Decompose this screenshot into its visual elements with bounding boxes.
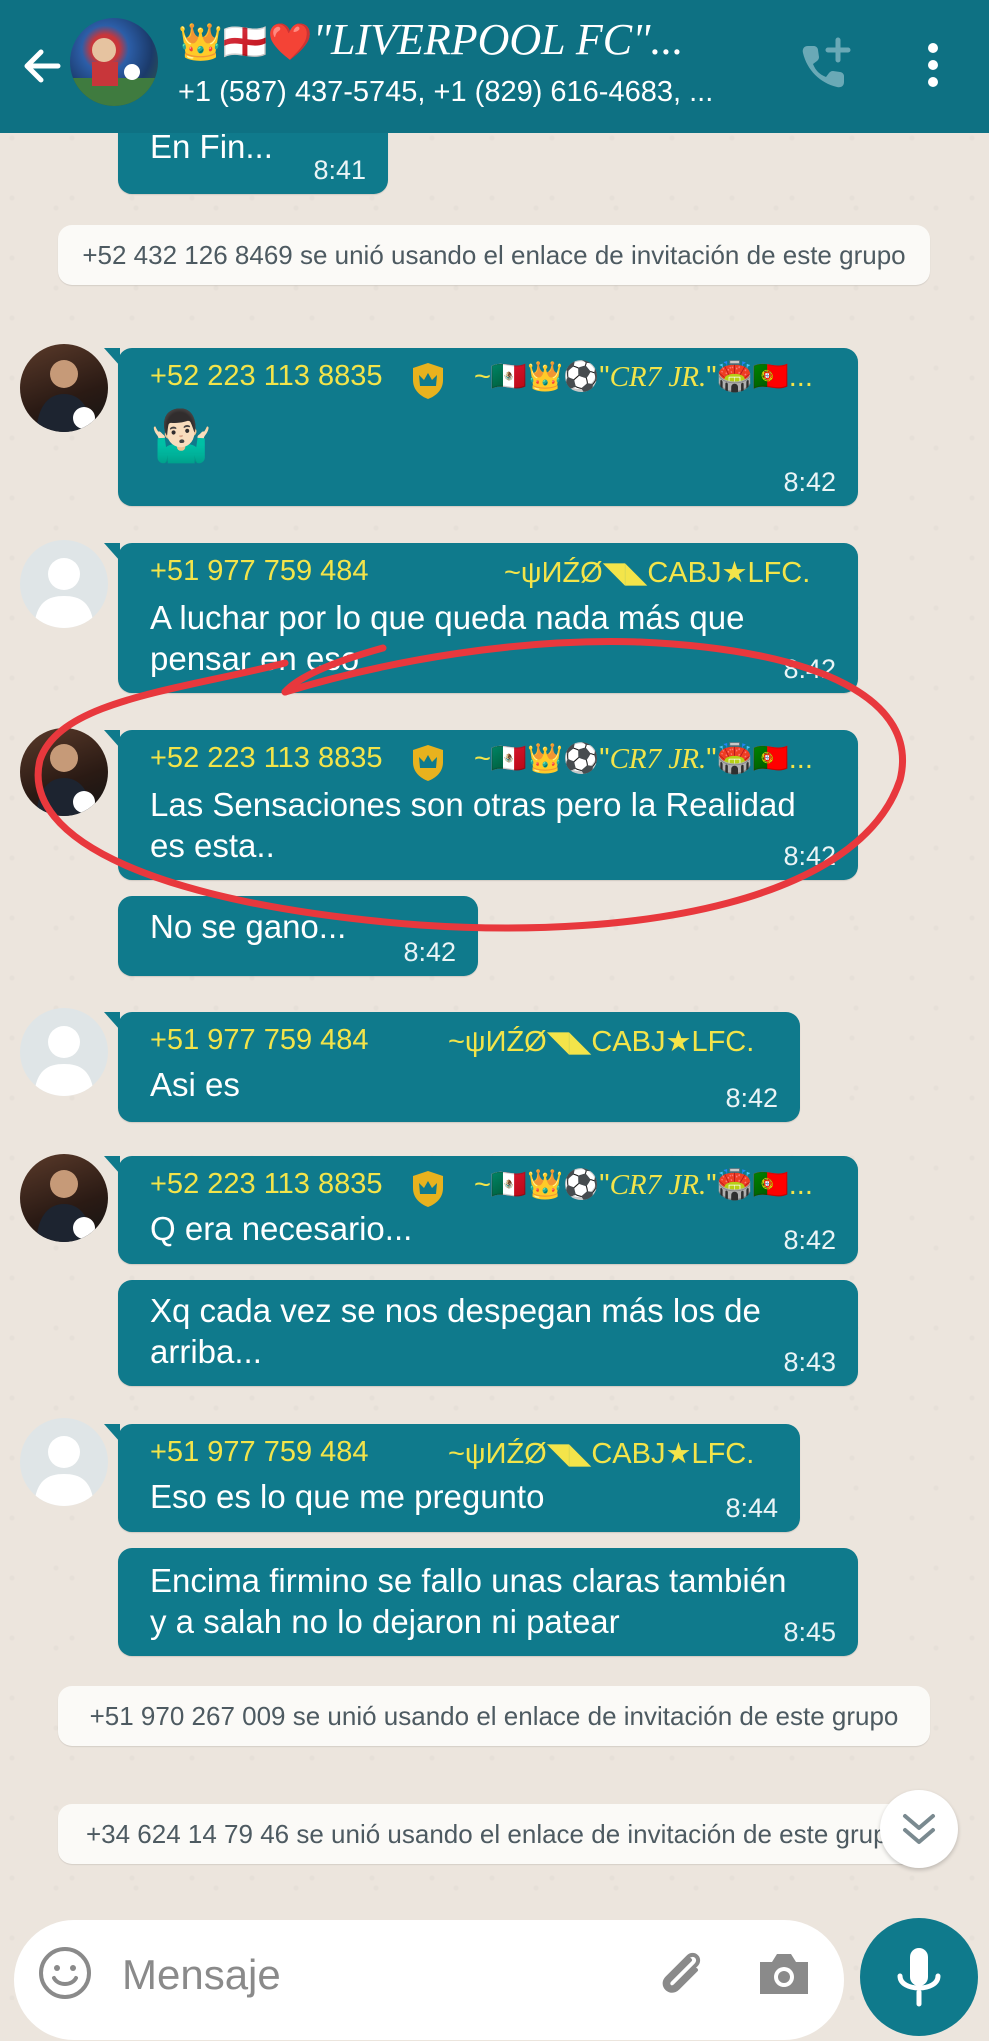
- add-call-icon: [802, 37, 851, 88]
- avatar[interactable]: [20, 728, 108, 816]
- system-message: +51 970 267 009 se unió usando el enlace…: [58, 1686, 930, 1746]
- voice-message-button[interactable]: [860, 1918, 978, 2036]
- group-title[interactable]: 👑🏴󠁧󠁢󠁥󠁮󠁧󠁿❤️"LIVERPOOL FC"...: [178, 16, 778, 64]
- message-text: Las Sensaciones son otras pero la Realid…: [150, 786, 796, 864]
- sender-alias: ~ψИŹØ◥◣CABJ★LFC.: [504, 557, 811, 589]
- camera-button[interactable]: [752, 1942, 816, 2004]
- emoji-button[interactable]: [36, 1944, 94, 2002]
- scroll-to-bottom-button[interactable]: [880, 1790, 958, 1868]
- mic-icon: [897, 1948, 941, 2007]
- system-text: +34 624 14 79 46 se unió usando el enlac…: [85, 1819, 903, 1849]
- message-text: Q era necesario...: [150, 1210, 413, 1247]
- system-message: +52 432 126 8469 se unió usando el enlac…: [58, 225, 930, 285]
- message-bubble[interactable]: No se gano... 8:42: [118, 896, 478, 976]
- admin-crown-badge-icon: [413, 363, 443, 399]
- message-time: 8:45: [783, 1617, 836, 1647]
- message-time: 8:42: [783, 654, 836, 684]
- sender-name[interactable]: +52 223 113 8835: [150, 360, 383, 393]
- sender-name[interactable]: +52 223 113 8835: [150, 742, 383, 775]
- message-bubble[interactable]: +51 977 759 484 ~ψИŹØ◥◣CABJ★LFC. Asi es …: [104, 1012, 800, 1122]
- attach-icon: [662, 1952, 701, 1993]
- back-button[interactable]: [14, 35, 76, 97]
- message-emoji: 🤷🏻‍♂️: [150, 408, 213, 464]
- sender-name[interactable]: +51 977 759 484: [150, 1024, 369, 1057]
- more-vert-icon: [928, 43, 938, 87]
- double-chevron-down-icon: [903, 1814, 935, 1844]
- message-time: 8:42: [403, 937, 456, 967]
- avatar[interactable]: [20, 540, 108, 628]
- message-time: 8:42: [783, 467, 836, 497]
- message-text: No se gano...: [150, 908, 347, 945]
- message-text: Eso es lo que me pregunto: [150, 1478, 545, 1515]
- camera-icon: [760, 1954, 808, 1994]
- avatar[interactable]: [20, 1154, 108, 1242]
- message-bubble[interactable]: +52 223 113 8835 ~🇲🇽👑⚽"CR7 JR."🏟️🇵🇹... 🤷…: [104, 348, 858, 506]
- sender-alias: ~🇲🇽👑⚽"CR7 JR."🏟️🇵🇹...: [474, 743, 813, 775]
- attach-button[interactable]: [650, 1942, 712, 2004]
- chat-header: 👑🏴󠁧󠁢󠁥󠁮󠁧󠁿❤️"LIVERPOOL FC"... +1 (587) 437…: [0, 0, 989, 133]
- sender-name[interactable]: +52 223 113 8835: [150, 1168, 383, 1201]
- system-text: +52 432 126 8469 se unió usando el enlac…: [82, 240, 906, 270]
- message-bubble[interactable]: +52 223 113 8835 ~🇲🇽👑⚽"CR7 JR."🏟️🇵🇹... L…: [104, 730, 858, 880]
- sender-alias: ~🇲🇽👑⚽"CR7 JR."🏟️🇵🇹...: [474, 361, 813, 393]
- message-time: 8:42: [783, 841, 836, 871]
- title-emoji: 👑🏴󠁧󠁢󠁥󠁮󠁧󠁿❤️: [178, 22, 313, 63]
- message-bubble[interactable]: +52 223 113 8835 ~🇲🇽👑⚽"CR7 JR."🏟️🇵🇹... Q…: [104, 1156, 858, 1264]
- message-time: 8:42: [725, 1083, 778, 1113]
- message-text: Encima firmino se fallo unas claras tamb…: [150, 1562, 787, 1640]
- avatar[interactable]: [20, 1418, 108, 1506]
- message-time: 8:41: [313, 155, 366, 185]
- group-avatar[interactable]: [70, 18, 158, 106]
- sender-alias: ~🇲🇽👑⚽"CR7 JR."🏟️🇵🇹...: [474, 1169, 813, 1201]
- sender-alias: ~ψИŹØ◥◣CABJ★LFC.: [448, 1438, 755, 1470]
- avatar[interactable]: [20, 344, 108, 432]
- message-time: 8:44: [725, 1493, 778, 1523]
- message-text: Xq cada vez se nos despegan más los de a…: [150, 1292, 761, 1370]
- title-text: "LIVERPOOL FC"...: [312, 16, 684, 64]
- message-bubble[interactable]: +51 977 759 484 ~ψИŹØ◥◣CABJ★LFC. A lucha…: [104, 543, 858, 693]
- group-participants[interactable]: +1 (587) 437-5745, +1 (829) 616-4683, ..…: [178, 74, 778, 110]
- message-time: 8:42: [783, 1225, 836, 1255]
- message-composer: [14, 1920, 844, 2040]
- sender-alias: ~ψИŹØ◥◣CABJ★LFC.: [448, 1026, 755, 1058]
- emoji-icon: [39, 1947, 91, 1999]
- message-text: Asi es: [150, 1066, 240, 1103]
- sender-name[interactable]: +51 977 759 484: [150, 555, 369, 588]
- admin-crown-badge-icon: [413, 1171, 443, 1207]
- message-input[interactable]: [120, 1944, 624, 2006]
- avatar[interactable]: [20, 1008, 108, 1096]
- more-options-button[interactable]: [908, 30, 958, 100]
- message-text: A luchar por lo que queda nada más que p…: [150, 599, 745, 677]
- back-arrow-icon: [24, 49, 61, 83]
- message-bubble[interactable]: Encima firmino se fallo unas claras tamb…: [118, 1548, 858, 1656]
- sender-name[interactable]: +51 977 759 484: [150, 1436, 369, 1469]
- system-message: +34 624 14 79 46 se unió usando el enlac…: [58, 1804, 930, 1864]
- add-call-button[interactable]: [790, 30, 860, 100]
- message-time: 8:43: [783, 1347, 836, 1377]
- message-bubble[interactable]: Xq cada vez se nos despegan más los de a…: [118, 1280, 858, 1386]
- admin-crown-badge-icon: [413, 745, 443, 781]
- system-text: +51 970 267 009 se unió usando el enlace…: [89, 1701, 899, 1731]
- message-bubble[interactable]: +51 977 759 484 ~ψИŹØ◥◣CABJ★LFC. Eso es …: [104, 1424, 800, 1532]
